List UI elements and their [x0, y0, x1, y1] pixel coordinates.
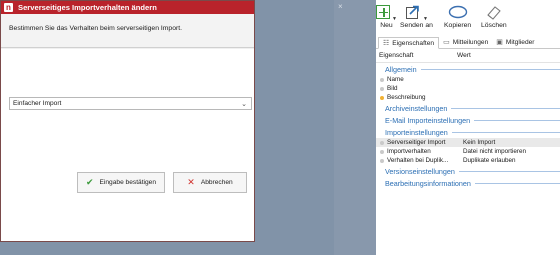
- property-name: Importverhalten: [387, 148, 431, 155]
- dialog-body: [1, 49, 254, 241]
- property-row[interactable]: Name: [376, 75, 560, 84]
- window-edge: ×: [334, 0, 376, 255]
- property-name: Name: [387, 76, 404, 83]
- property-value[interactable]: Kein Import: [463, 139, 495, 146]
- properties-icon: ☷: [383, 40, 390, 47]
- new-plus-icon: [376, 4, 390, 19]
- section-divider: [420, 68, 560, 70]
- bullet-icon: [380, 86, 384, 91]
- section-versionseinstellungen[interactable]: Versionseinstellungen: [376, 165, 560, 177]
- close-icon: ✕: [187, 177, 195, 187]
- property-row-selected[interactable]: Serverseitiger Import Kein Import: [376, 138, 560, 147]
- property-value[interactable]: Duplikate erlauben: [463, 157, 516, 164]
- section-archiveinstellungen[interactable]: Archiveinstellungen: [376, 102, 560, 114]
- check-icon: ✔: [85, 177, 94, 187]
- section-title: E-Mail Importeinstellungen: [385, 115, 471, 125]
- required-bullet-icon: [380, 95, 384, 100]
- grid-header: Eigenschaft Wert: [376, 49, 560, 63]
- section-title: Allgemein: [385, 64, 417, 74]
- column-header-value[interactable]: Wert: [457, 52, 471, 59]
- confirm-button-label: Eingabe bestätigen: [99, 179, 156, 186]
- properties-panel: ▼ Neu ▼ Senden an Kopieren Löschen ☷ Eig…: [376, 0, 560, 255]
- tab-mitteilungen[interactable]: ▭ Mitteilungen: [439, 36, 492, 48]
- cancel-button[interactable]: ✕ Abbrechen: [173, 172, 247, 193]
- tab-label: Mitglieder: [505, 38, 535, 46]
- confirm-button[interactable]: ✔ Eingabe bestätigen: [77, 172, 165, 193]
- section-title: Versionseinstellungen: [385, 166, 455, 176]
- window-close-icon[interactable]: ×: [338, 2, 343, 11]
- messages-icon: ▭: [443, 39, 450, 46]
- section-email-importeinstellungen[interactable]: E-Mail Importeinstellungen: [376, 114, 560, 126]
- eraser-icon: [487, 5, 501, 20]
- new-button[interactable]: ▼ Neu: [376, 1, 397, 29]
- section-title: Bearbeitungsinformationen: [385, 178, 471, 188]
- tab-label: Eigenschaften: [392, 39, 435, 47]
- property-row[interactable]: Verhalten bei Duplik... Duplikate erlaub…: [376, 156, 560, 165]
- send-to-button[interactable]: ▼ Senden an: [400, 1, 433, 29]
- bullet-icon: [380, 158, 384, 163]
- bullet-icon: [380, 149, 384, 154]
- dialog-description: Bestimmen Sie das Verhalten beim servers…: [9, 25, 183, 32]
- tab-mitglieder[interactable]: ▣ Mitglieder: [492, 36, 538, 48]
- property-value[interactable]: Datei nicht importieren: [463, 148, 526, 155]
- section-divider: [474, 119, 560, 121]
- cancel-button-label: Abbrechen: [200, 179, 233, 186]
- delete-button[interactable]: Löschen: [481, 1, 507, 29]
- tab-label: Mitteilungen: [452, 38, 489, 46]
- column-header-property[interactable]: Eigenschaft: [376, 52, 457, 59]
- copy-button[interactable]: Kopieren: [444, 1, 471, 29]
- section-divider: [474, 182, 560, 184]
- send-to-icon: [405, 5, 419, 19]
- property-name: Bild: [387, 85, 398, 92]
- bullet-icon: [380, 77, 384, 82]
- section-title: Archiveinstellungen: [385, 103, 448, 113]
- new-button-label: Neu: [380, 22, 393, 29]
- section-title: Importeinstellungen: [385, 127, 448, 137]
- dialog-titlebar[interactable]: n Serverseitiges Importverhalten ändern: [1, 1, 254, 14]
- app-logo-icon: n: [4, 3, 13, 12]
- section-importeinstellungen[interactable]: Importeinstellungen: [376, 126, 560, 138]
- import-mode-select[interactable]: Einfacher Import ⌄: [9, 97, 252, 110]
- dialog-description-area: Bestimmen Sie das Verhalten beim servers…: [1, 14, 254, 48]
- section-bearbeitungsinformationen[interactable]: Bearbeitungsinformationen: [376, 177, 560, 189]
- panel-toolbar: ▼ Neu ▼ Senden an Kopieren Löschen: [376, 0, 560, 34]
- dialog-title: Serverseitiges Importverhalten ändern: [18, 3, 157, 12]
- property-name: Beschreibung: [387, 94, 426, 101]
- bullet-icon: [380, 140, 384, 145]
- import-mode-select-value: Einfacher Import: [13, 100, 62, 107]
- delete-button-label: Löschen: [481, 22, 507, 29]
- section-allgemein[interactable]: Allgemein: [376, 63, 560, 75]
- section-divider: [451, 107, 560, 109]
- send-to-button-label: Senden an: [400, 22, 433, 29]
- chevron-down-icon[interactable]: ⌄: [241, 100, 247, 108]
- copy-icon: [448, 5, 467, 18]
- property-name: Serverseitiger Import: [387, 139, 446, 146]
- property-row[interactable]: Importverhalten Datei nicht importieren: [376, 147, 560, 156]
- property-name: Verhalten bei Duplik...: [387, 157, 449, 164]
- change-import-behavior-dialog: n Serverseitiges Importverhalten ändern …: [0, 0, 255, 242]
- property-row[interactable]: Beschreibung: [376, 93, 560, 102]
- section-divider: [451, 131, 560, 133]
- members-icon: ▣: [496, 39, 503, 46]
- tab-eigenschaften[interactable]: ☷ Eigenschaften: [378, 37, 440, 49]
- property-row[interactable]: Bild: [376, 84, 560, 93]
- section-divider: [458, 170, 560, 172]
- panel-tabs: ☷ Eigenschaften ▭ Mitteilungen ▣ Mitglie…: [376, 35, 560, 49]
- copy-button-label: Kopieren: [444, 22, 472, 29]
